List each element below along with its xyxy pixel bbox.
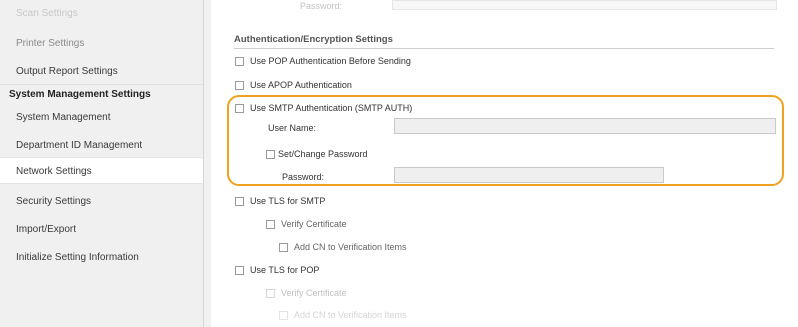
top-password-field[interactable] [392,0,777,10]
sidebar-item-system-management[interactable]: System Management [0,112,203,123]
user-name-label: User Name: [268,123,317,133]
tls-pop-verify-checkbox[interactable] [266,288,275,298]
tls-smtp-checkbox[interactable] [235,196,244,206]
tls-smtp-add-cn-label: Add CN to Verification Items [294,242,407,252]
sidebar-item-scan-settings[interactable]: Scan Settings [0,8,203,19]
option-tls-pop-add-cn[interactable]: Add CN to Verification Items [279,310,407,320]
apop-checkbox[interactable] [235,80,244,90]
sidebar-item-initialize-setting-information[interactable]: Initialize Setting Information [0,252,203,263]
sidebar-group-system-management-settings: System Management Settings [9,89,151,100]
password-field[interactable] [394,167,664,183]
section-divider [234,48,774,49]
sidebar-item-department-id-management[interactable]: Department ID Management [0,140,203,151]
sidebar-item-output-report-settings[interactable]: Output Report Settings [0,66,203,77]
tls-smtp-verify-label: Verify Certificate [281,219,347,229]
tls-smtp-label: Use TLS for SMTP [250,196,326,206]
tls-pop-add-cn-label: Add CN to Verification Items [294,310,407,320]
sidebar-item-security-settings[interactable]: Security Settings [0,196,203,207]
tls-smtp-verify-checkbox[interactable] [266,219,275,229]
user-name-field[interactable] [394,118,776,134]
password-label: Password: [282,172,325,182]
sidebar-item-network-settings[interactable]: Network Settings [0,157,203,184]
option-tls-smtp[interactable]: Use TLS for SMTP [235,196,325,206]
option-apop[interactable]: Use APOP Authentication [235,80,352,90]
sidebar-item-printer-settings[interactable]: Printer Settings [0,38,203,49]
set-change-password-label: Set/Change Password [278,149,368,159]
sidebar-divider [0,84,203,85]
option-tls-pop-verify-certificate[interactable]: Verify Certificate [266,288,347,298]
sidebar-item-import-export[interactable]: Import/Export [0,224,203,235]
option-pop-before-sending[interactable]: Use POP Authentication Before Sending [235,56,411,66]
smtp-auth-label: Use SMTP Authentication (SMTP AUTH) [250,103,413,113]
tls-pop-verify-label: Verify Certificate [281,288,347,298]
apop-label: Use APOP Authentication [250,80,352,90]
tls-pop-add-cn-checkbox[interactable] [279,310,288,320]
tls-pop-checkbox[interactable] [235,265,244,275]
option-tls-smtp-add-cn[interactable]: Add CN to Verification Items [279,242,407,252]
option-tls-pop[interactable]: Use TLS for POP [235,265,319,275]
pop-before-sending-label: Use POP Authentication Before Sending [250,56,411,66]
option-set-change-password[interactable]: Set/Change Password [266,149,368,159]
option-tls-smtp-verify-certificate[interactable]: Verify Certificate [266,219,347,229]
set-change-password-checkbox[interactable] [266,149,275,159]
sidebar: Scan Settings Printer Settings Output Re… [0,0,204,327]
tls-pop-label: Use TLS for POP [250,265,320,275]
tls-smtp-add-cn-checkbox[interactable] [279,242,288,252]
smtp-auth-checkbox[interactable] [235,103,244,113]
pop-before-sending-checkbox[interactable] [235,56,244,66]
top-password-label: Password: [300,1,343,11]
option-smtp-auth[interactable]: Use SMTP Authentication (SMTP AUTH) [235,103,412,113]
section-title-authentication-encryption: Authentication/Encryption Settings [234,34,393,45]
